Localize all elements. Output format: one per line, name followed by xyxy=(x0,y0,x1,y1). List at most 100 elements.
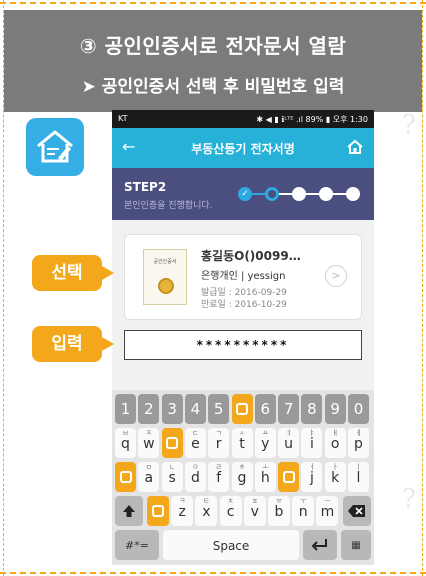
key-label: i xyxy=(309,436,314,452)
security-dummy-key[interactable] xyxy=(147,496,169,526)
key-label: 6 xyxy=(260,400,271,418)
space-key[interactable]: Space xyxy=(163,530,299,560)
key-9[interactable]: 9 xyxy=(324,394,346,424)
key-q[interactable]: ㅂq xyxy=(115,428,136,458)
certificate-thumbnail: 공인인증서 xyxy=(143,249,187,305)
faded-decoration-icon: ? xyxy=(402,110,416,140)
key-hangul-label: ㅂ xyxy=(122,429,129,437)
step-progress: ✓ xyxy=(238,186,362,202)
security-dummy-key[interactable] xyxy=(278,462,300,492)
key-hangul-label: ㅑ xyxy=(308,429,316,437)
key-w[interactable]: ㅈw xyxy=(138,428,160,458)
key-3[interactable]: 3 xyxy=(161,394,183,424)
key-e[interactable]: ㄷe xyxy=(184,428,206,458)
certificate-expiry-date: 만료일 : 2016-10-29 xyxy=(201,300,287,310)
keyboard-number-row: 12345 67890 xyxy=(115,394,371,424)
key-label: c xyxy=(226,504,235,520)
key-hangul-label: ㄹ xyxy=(215,463,222,471)
key-label: 7 xyxy=(283,400,294,418)
key-label: 9 xyxy=(330,400,340,418)
key-d[interactable]: ㅇd xyxy=(184,462,206,492)
key-1[interactable]: 1 xyxy=(115,394,136,424)
key-0[interactable]: 0 xyxy=(348,394,369,424)
key-6[interactable]: 6 xyxy=(254,394,276,424)
dummy-key-icon xyxy=(152,505,164,517)
key-label: e xyxy=(191,436,200,452)
key-hangul-label: ㅍ xyxy=(251,497,259,505)
key-5[interactable]: 5 xyxy=(208,394,230,424)
key-n[interactable]: ㅜn xyxy=(292,496,315,526)
certificate-owner: 홍길동O()0099… xyxy=(201,249,301,263)
key-v[interactable]: ㅍv xyxy=(243,496,266,526)
backspace-key[interactable] xyxy=(343,496,371,526)
key-hangul-label: ㅡ xyxy=(324,497,331,505)
status-bar: KT ✱ ◀ ▮ ℹᴸᵀᴱ .ıl 89% ▮ 오후 1:30 xyxy=(112,110,374,128)
key-m[interactable]: ㅡm xyxy=(316,496,339,526)
key-hangul-label: ㅔ xyxy=(355,429,362,437)
certificate-seal-icon xyxy=(158,278,174,294)
key-h[interactable]: ㅗh xyxy=(254,462,276,492)
key-t[interactable]: ㅅt xyxy=(231,428,253,458)
certificate-issuer: 은행개인 | yessign xyxy=(201,271,286,282)
dashed-border-top xyxy=(0,2,426,4)
key-label: 8 xyxy=(307,400,317,418)
slide-frame: ③ 공인인증서로 전자문서 열람 ➤ 공인인증서 선택 후 비밀번호 입력 ? … xyxy=(0,0,426,576)
select-callout: 선택 xyxy=(32,255,114,291)
key-c[interactable]: ㅊc xyxy=(219,496,242,526)
chevron-right-icon[interactable]: > xyxy=(325,265,347,287)
certificate-card[interactable]: 공인인증서 홍길동O()0099… 은행개인 | yessign 발급일 : 2… xyxy=(124,234,362,320)
key-label: y xyxy=(261,436,270,452)
key-label: 0 xyxy=(353,400,364,418)
banner-title: ③ 공인인증서로 전자문서 열람 xyxy=(79,34,347,58)
key-label: o xyxy=(330,436,340,452)
key-7[interactable]: 7 xyxy=(278,394,300,424)
key-l[interactable]: ㅣl xyxy=(348,462,369,492)
key-hangul-label: ㅏ xyxy=(331,463,339,471)
key-4[interactable]: 4 xyxy=(184,394,206,424)
shift-key[interactable] xyxy=(115,496,143,526)
phone-screenshot: KT ✱ ◀ ▮ ℹᴸᵀᴱ .ıl 89% ▮ 오후 1:30 ← 부동산등기 … xyxy=(112,110,374,565)
key-z[interactable]: ㅋz xyxy=(171,496,194,526)
key-k[interactable]: ㅏk xyxy=(324,462,346,492)
key-hangul-label: ㅜ xyxy=(299,497,307,505)
key-label: m xyxy=(320,504,335,520)
key-j[interactable]: ㅓj xyxy=(301,462,323,492)
virtual-keyboard: 1234567890 ㅂqㅈwㄷeㄱrㅅtㅛyㅕuㅑiㅐoㅔp ㅁaㄴsㅇdㄹf… xyxy=(112,390,374,565)
status-indicators: ✱ ◀ ▮ ℹᴸᵀᴱ .ıl 89% ▮ 오후 1:30 xyxy=(256,115,368,124)
key-label: 2 xyxy=(144,400,154,418)
key-label: h xyxy=(260,470,270,486)
key-s[interactable]: ㄴs xyxy=(161,462,183,492)
key-label: f xyxy=(216,470,222,486)
key-hangul-label: ㄱ xyxy=(215,429,222,437)
home-icon[interactable] xyxy=(346,138,364,160)
key-hangul-label: ㅎ xyxy=(238,463,246,471)
key-g[interactable]: ㅎg xyxy=(231,462,253,492)
step-dot xyxy=(319,187,333,201)
key-label: 4 xyxy=(190,400,201,418)
backspace-icon xyxy=(348,505,365,517)
key-b[interactable]: ㅠb xyxy=(268,496,290,526)
key-r[interactable]: ㄱr xyxy=(208,428,230,458)
certificate-thumb-label: 공인인증서 xyxy=(153,259,177,265)
key-a[interactable]: ㅁa xyxy=(138,462,160,492)
key-x[interactable]: ㅌx xyxy=(195,496,218,526)
key-i[interactable]: ㅑi xyxy=(301,428,323,458)
key-f[interactable]: ㄹf xyxy=(208,462,230,492)
security-dummy-key[interactable] xyxy=(115,462,136,492)
key-o[interactable]: ㅐo xyxy=(324,428,346,458)
enter-key[interactable] xyxy=(303,530,337,560)
key-u[interactable]: ㅕu xyxy=(278,428,300,458)
symbols-key[interactable]: #*= xyxy=(115,530,159,560)
key-label: s xyxy=(168,470,176,486)
key-8[interactable]: 8 xyxy=(301,394,323,424)
input-callout: 입력 xyxy=(32,326,114,362)
key-label: t xyxy=(239,436,245,452)
keyboard-grid-icon[interactable]: ▦ xyxy=(341,530,371,560)
security-dummy-key[interactable] xyxy=(231,394,253,424)
key-p[interactable]: ㅔp xyxy=(348,428,369,458)
key-2[interactable]: 2 xyxy=(138,394,160,424)
key-y[interactable]: ㅛy xyxy=(254,428,276,458)
key-label: w xyxy=(143,436,155,452)
security-dummy-key[interactable] xyxy=(161,428,183,458)
password-input[interactable]: ********** xyxy=(124,330,362,360)
